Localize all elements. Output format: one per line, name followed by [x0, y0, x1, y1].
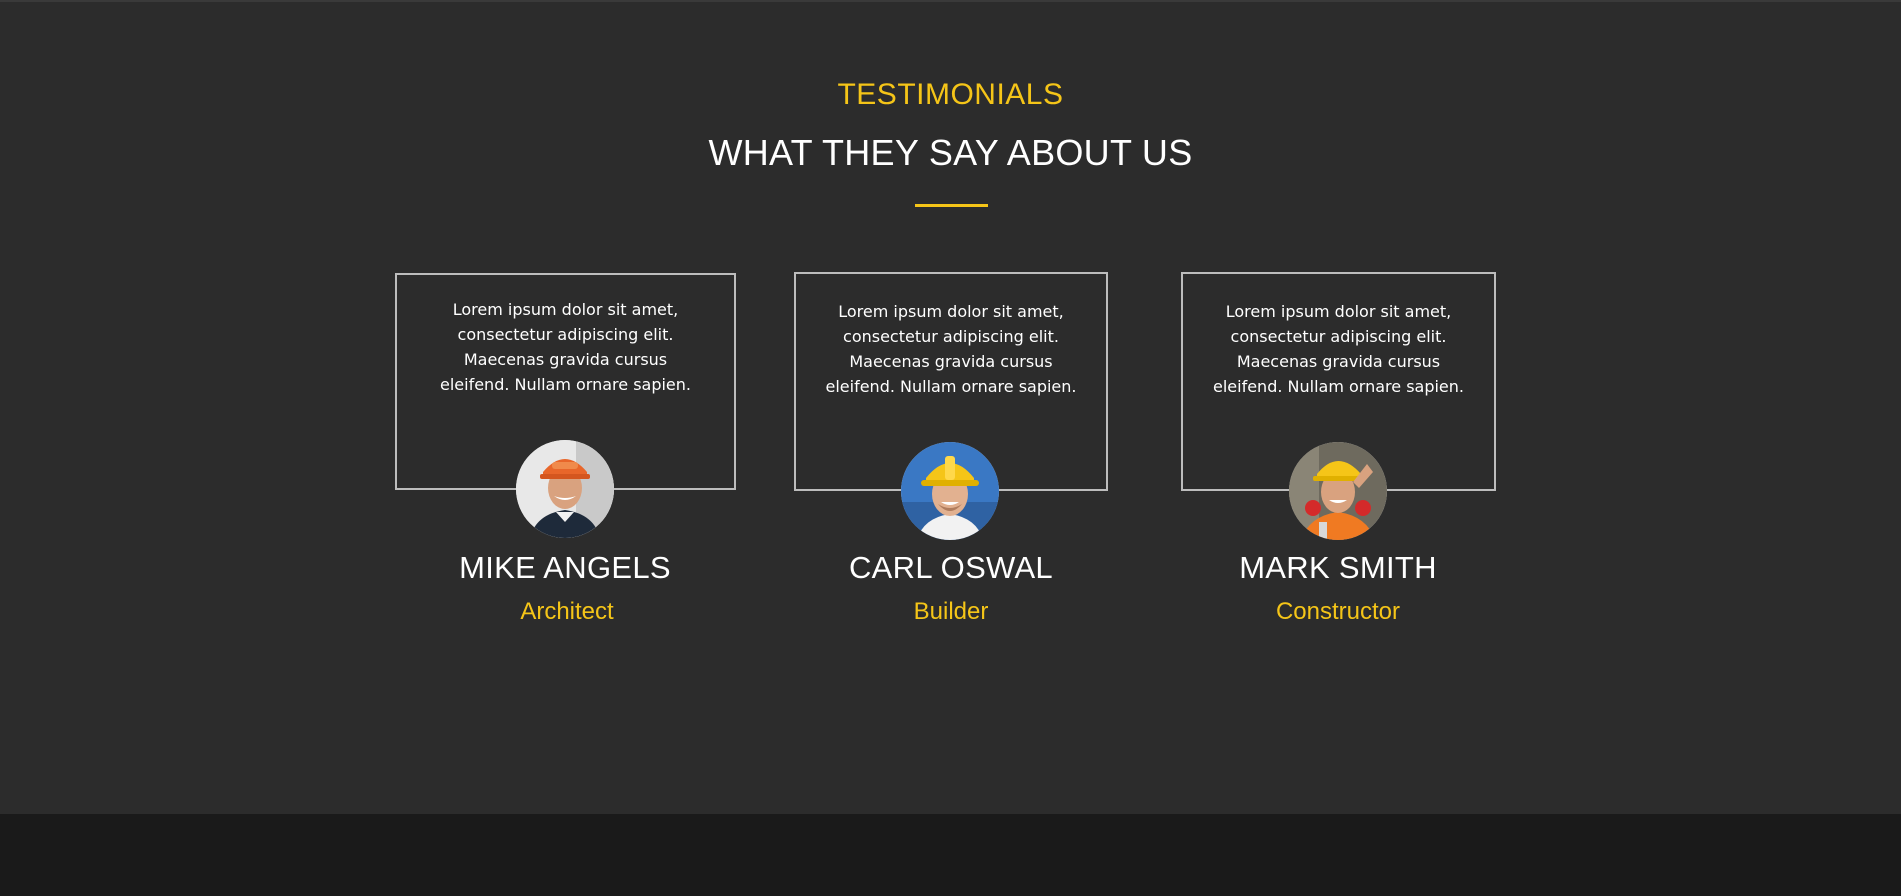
testimonial-role: Constructor: [1275, 598, 1401, 625]
section-heading: WHAT THEY SAY ABOUT US: [708, 132, 1193, 173]
testimonial-name: MIKE ANGELS: [459, 550, 671, 585]
section-kicker: TESTIMONIALS: [837, 78, 1064, 111]
testimonial-quote: Lorem ipsum dolor sit amet, consectetur …: [825, 302, 1077, 396]
testimonial-quote: Lorem ipsum dolor sit amet, consectetur …: [1213, 302, 1464, 396]
testimonial-role: Architect: [520, 598, 614, 625]
heading-divider: [915, 204, 988, 207]
testimonials-section: TESTIMONIALS WHAT THEY SAY ABOUT US Lore…: [0, 0, 1901, 814]
testimonial-name: MARK SMITH: [1239, 550, 1437, 585]
footer: [0, 814, 1901, 896]
testimonial-name: CARL OSWAL: [849, 550, 1053, 585]
testimonial-role: Builder: [913, 598, 989, 625]
avatar-mark-smith: [1289, 442, 1387, 540]
testimonial-quote: Lorem ipsum dolor sit amet, consectetur …: [440, 300, 691, 394]
avatar-carl-oswal: [901, 442, 999, 540]
avatar-mike-angels: [516, 440, 614, 538]
